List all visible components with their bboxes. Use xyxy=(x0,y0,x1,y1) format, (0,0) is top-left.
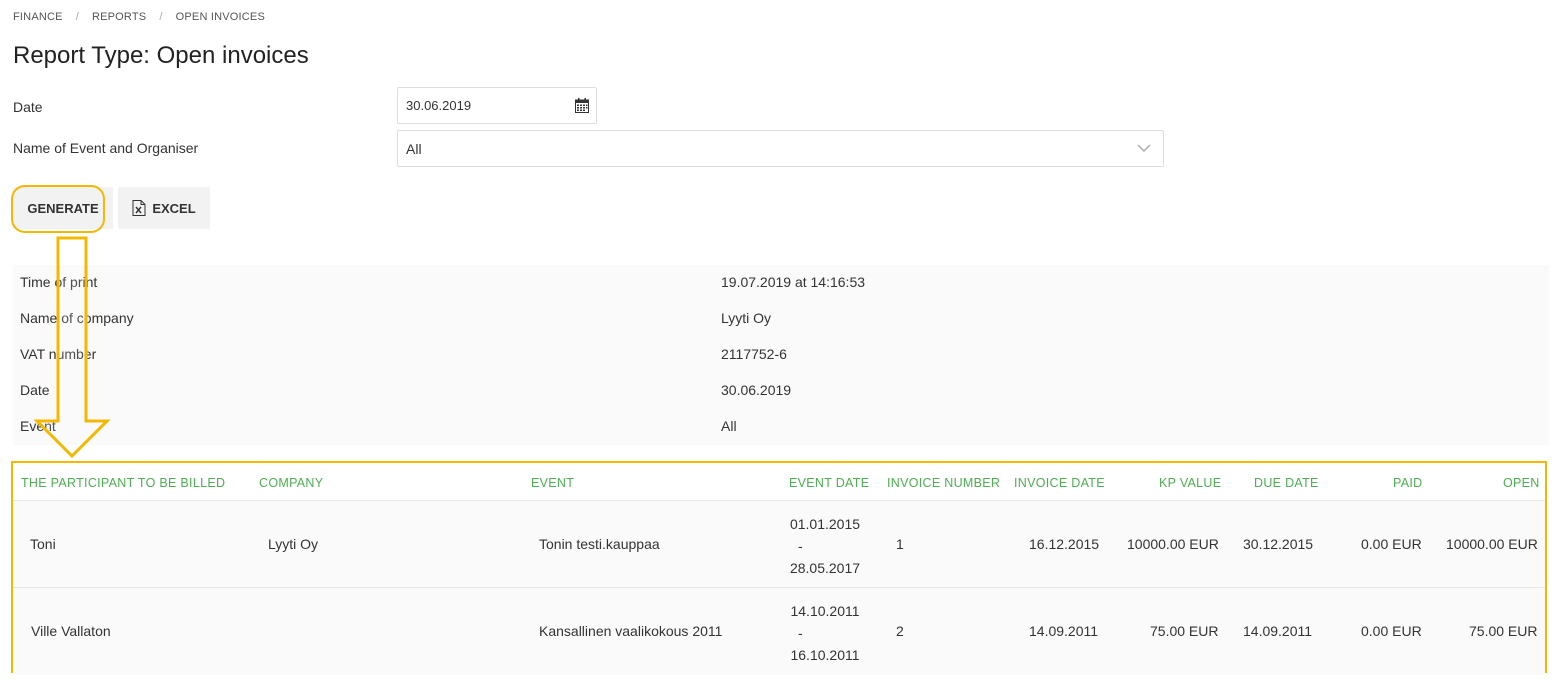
cell-open: 75.00 EUR xyxy=(1469,623,1538,639)
event-date-separator: - xyxy=(798,625,803,641)
cell-paid: 0.00 EUR xyxy=(1361,623,1422,639)
cell-participant: Ville Vallaton xyxy=(31,623,111,639)
event-date-start: 14.10.2011 xyxy=(790,603,860,619)
column-header-kp-value[interactable]: KP VALUE xyxy=(1159,476,1221,490)
info-value: 2117752-6 xyxy=(721,346,787,362)
column-header-open[interactable]: OPEN xyxy=(1503,476,1540,490)
breadcrumb-separator: / xyxy=(75,11,79,23)
cell-kp-value: 10000.00 EUR xyxy=(1127,536,1219,552)
column-header-due-date[interactable]: DUE DATE xyxy=(1254,476,1319,490)
cell-invoice-date: 14.09.2011 xyxy=(1029,623,1099,639)
table-header: THE PARTICIPANT TO BE BILLED COMPANY EVE… xyxy=(13,463,1545,501)
info-key: Name of company xyxy=(20,310,134,326)
cell-company: Lyyti Oy xyxy=(268,536,319,552)
column-header-paid[interactable]: PAID xyxy=(1393,476,1422,490)
cell-due-date: 30.12.2015 xyxy=(1243,536,1314,552)
info-row-vat: VAT number 2117752-6 xyxy=(13,337,1549,373)
cell-invoice-date: 16.12.2015 xyxy=(1029,536,1100,552)
info-row-company: Name of company Lyyti Oy xyxy=(13,301,1549,337)
breadcrumb-finance[interactable]: Finance xyxy=(13,11,63,23)
excel-file-icon xyxy=(132,200,146,216)
cell-event-date: 14.10.2011 - 16.10.2011 xyxy=(785,600,865,666)
open-invoices-table: THE PARTICIPANT TO BE BILLED COMPANY EVE… xyxy=(11,461,1547,675)
info-row-event: Event All xyxy=(13,409,1549,445)
info-value: Lyyti Oy xyxy=(721,310,772,326)
info-key: Event xyxy=(20,418,56,434)
generate-button[interactable]: GENERATE xyxy=(13,187,113,229)
event-date-separator: - xyxy=(798,538,803,554)
cell-event: Kansallinen vaalikokous 2011 xyxy=(539,623,723,639)
cell-event-date: 01.01.2015 - 28.05.2017 xyxy=(785,513,865,579)
cell-invoice-number: 2 xyxy=(896,623,904,639)
cell-paid: 0.00 EUR xyxy=(1361,536,1422,552)
info-key: VAT number xyxy=(20,346,97,362)
column-header-company[interactable]: COMPANY xyxy=(259,476,323,490)
event-date-end: 16.10.2011 xyxy=(790,647,860,663)
info-value: 19.07.2019 at 14:16:53 xyxy=(721,274,866,290)
date-field[interactable]: 30.06.2019 xyxy=(397,87,597,124)
cell-participant: Toni xyxy=(30,536,56,552)
event-organiser-select[interactable]: All xyxy=(397,130,1164,167)
column-header-invoice-number[interactable]: INVOICE NUMBER xyxy=(887,476,1000,490)
info-key: Date xyxy=(20,382,50,398)
column-header-event-date[interactable]: EVENT DATE xyxy=(789,476,869,490)
cell-invoice-number: 1 xyxy=(896,536,904,552)
event-organiser-value: All xyxy=(406,140,422,157)
event-date-end: 28.05.2017 xyxy=(789,560,861,576)
table-row: Ville Vallaton Kansallinen vaalikokous 2… xyxy=(13,588,1545,675)
column-header-invoice-date[interactable]: INVOICE DATE xyxy=(1014,476,1105,490)
cell-open: 10000.00 EUR xyxy=(1446,536,1538,552)
calendar-icon[interactable] xyxy=(575,98,589,113)
date-value: 30.06.2019 xyxy=(406,98,472,113)
breadcrumb-separator: / xyxy=(159,11,163,23)
cell-event: Tonin testi.kauppaa xyxy=(539,536,660,552)
info-value: 30.06.2019 xyxy=(721,382,792,398)
info-row-date: Date 30.06.2019 xyxy=(13,373,1549,409)
table-row: Toni Lyyti Oy Tonin testi.kauppaa 01.01.… xyxy=(13,501,1545,588)
date-label: Date xyxy=(13,99,43,115)
info-row-time: Time of print 19.07.2019 at 14:16:53 xyxy=(13,265,1549,301)
report-info: Time of print 19.07.2019 at 14:16:53 Nam… xyxy=(13,265,1549,445)
info-key: Time of print xyxy=(20,274,98,290)
cell-due-date: 14.09.2011 xyxy=(1243,623,1313,639)
column-header-event[interactable]: EVENT xyxy=(531,476,574,490)
cell-kp-value: 75.00 EUR xyxy=(1150,623,1219,639)
chevron-down-icon xyxy=(1137,144,1151,153)
info-value: All xyxy=(721,418,737,434)
event-organiser-label: Name of Event and Organiser xyxy=(13,140,199,156)
excel-button[interactable]: EXCEL xyxy=(118,187,210,229)
breadcrumb-open-invoices: Open invoices xyxy=(175,11,266,23)
page-title: Report Type: Open invoices xyxy=(13,42,309,69)
event-date-start: 01.01.2015 xyxy=(789,516,861,532)
column-header-participant[interactable]: THE PARTICIPANT TO BE BILLED xyxy=(21,476,225,490)
excel-button-label: EXCEL xyxy=(152,200,196,216)
breadcrumb: Finance / Reports / Open invoices xyxy=(13,11,265,23)
breadcrumb-reports[interactable]: Reports xyxy=(92,11,146,23)
